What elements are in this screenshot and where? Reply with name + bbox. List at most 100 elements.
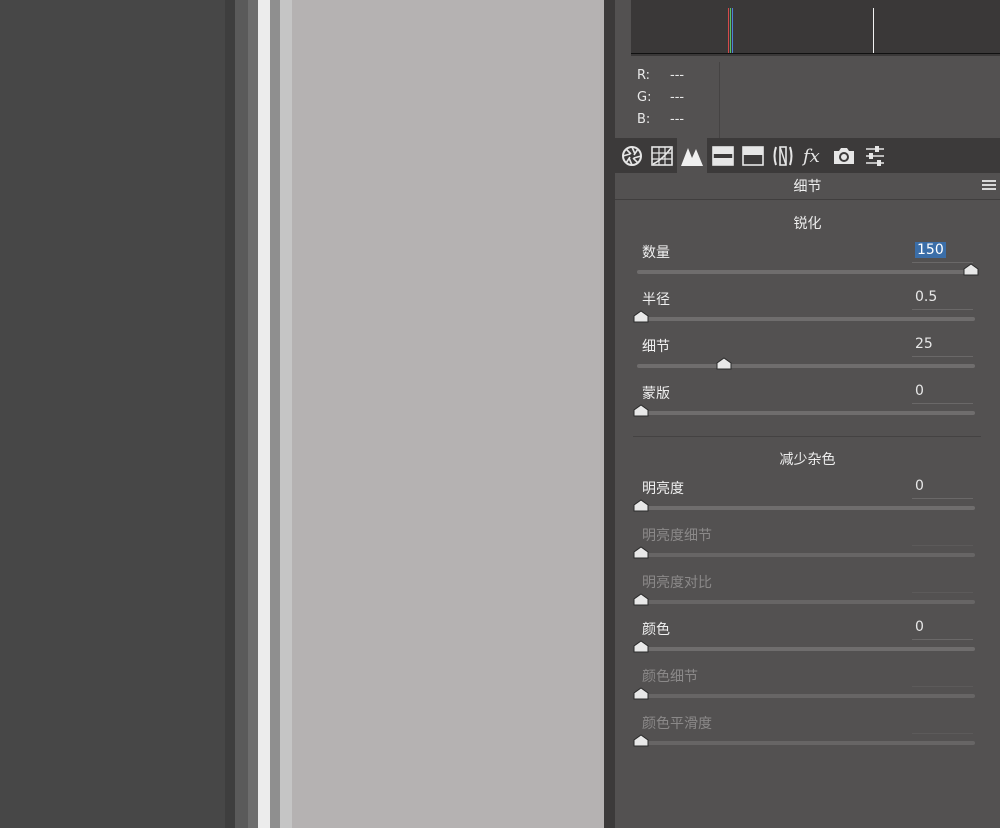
tab-basic[interactable] [617, 138, 647, 173]
slider-track[interactable] [637, 317, 975, 321]
slider-row: 数量 150 [615, 242, 1000, 289]
tab-lens-corrections[interactable] [768, 138, 798, 173]
panel-menu-icon[interactable] [982, 180, 996, 192]
detail-mountain-icon [681, 147, 703, 166]
histogram-red-channel [728, 8, 729, 54]
tab-split-toning[interactable] [738, 138, 768, 173]
slider-track[interactable] [637, 270, 975, 274]
panel-tab-bar: fx [615, 138, 1000, 173]
slider-thumb [633, 687, 649, 700]
tab-hsl[interactable] [708, 138, 738, 173]
histogram [615, 0, 1000, 62]
histogram-blue-channel [732, 8, 733, 54]
readout-b-value: --- [670, 112, 685, 127]
canvas-stripe [248, 0, 258, 828]
tab-effects[interactable]: fx [799, 138, 829, 173]
slider-track[interactable] [637, 411, 975, 415]
canvas-stripe [235, 0, 248, 828]
readout-g: G: --- [637, 90, 684, 105]
value-underline [912, 356, 973, 357]
slider-row: 颜色细节 [615, 666, 1000, 713]
slider-row: 细节 25 [615, 336, 1000, 383]
sharpen-heading: 锐化 [793, 216, 822, 232]
detail-value-field[interactable]: 25 [915, 336, 971, 356]
slider-track [637, 600, 975, 604]
rgb-readout: R: --- G: --- B: --- [615, 62, 1000, 138]
readout-divider [719, 62, 720, 138]
value-underline [912, 403, 973, 404]
canvas-stripe [280, 0, 292, 828]
presets-sliders-icon [866, 145, 884, 166]
slider-thumb[interactable] [633, 499, 649, 512]
value-underline [912, 309, 973, 310]
lens-correction-icon [773, 145, 793, 166]
readout-g-label: G: [637, 90, 652, 105]
value-underline [912, 498, 973, 499]
slider-track [637, 741, 975, 745]
luminance-value-field[interactable]: 0 [915, 478, 971, 498]
noise-reduction-heading: 减少杂色 [779, 452, 836, 468]
readout-b-label: B: [637, 112, 651, 127]
luminance-detail-value-field [915, 525, 971, 545]
value-underline [912, 639, 973, 640]
color-value-field[interactable]: 0 [915, 619, 971, 639]
slider-label: 半径 [642, 292, 670, 308]
slider-track[interactable] [637, 364, 975, 368]
slider-thumb [633, 546, 649, 559]
image-preview [292, 0, 604, 828]
slider-track [637, 553, 975, 557]
canvas-stripe [258, 0, 270, 828]
slider-label: 颜色平滑度 [642, 716, 712, 732]
histogram-baseline [631, 53, 1000, 54]
value-underline [912, 545, 973, 546]
split-toning-icon [742, 145, 764, 166]
amount-value-field[interactable]: 150 [915, 242, 971, 262]
slider-row: 蒙版 0 [615, 383, 1000, 430]
slider-thumb[interactable] [716, 357, 732, 370]
camera-calibration-icon [834, 147, 854, 164]
readout-g-value: --- [670, 90, 685, 105]
hsl-icon [712, 145, 734, 166]
slider-row: 半径 0.5 [615, 289, 1000, 336]
tab-tone-curve[interactable] [647, 138, 677, 173]
section-divider [633, 436, 981, 437]
slider-label: 蒙版 [642, 386, 670, 402]
title-divider [615, 199, 1000, 200]
slider-label: 明亮度对比 [642, 575, 712, 591]
amount-value-text: 150 [915, 242, 946, 258]
slider-thumb [633, 734, 649, 747]
slider-thumb[interactable] [633, 640, 649, 653]
fx-effects-icon: fx [802, 146, 820, 167]
slider-row: 明亮度细节 [615, 525, 1000, 572]
slider-track [637, 694, 975, 698]
masking-value-field[interactable]: 0 [915, 383, 971, 403]
slider-track[interactable] [637, 647, 975, 651]
canvas-stripe [270, 0, 280, 828]
slider-row: 颜色平滑度 [615, 713, 1000, 760]
color-smoothness-value-field [915, 713, 971, 733]
slider-thumb[interactable] [633, 404, 649, 417]
slider-label: 明亮度 [642, 481, 684, 497]
slider-thumb[interactable] [633, 310, 649, 323]
slider-thumb[interactable] [963, 263, 979, 276]
slider-label: 数量 [642, 245, 670, 261]
tab-camera-calibration[interactable] [829, 138, 859, 173]
slider-row: 明亮度 0 [615, 478, 1000, 525]
histogram-green-channel [730, 8, 731, 54]
readout-r: R: --- [637, 68, 684, 83]
panel-title: 细节 [793, 179, 822, 195]
value-underline [912, 733, 973, 734]
slider-label: 颜色 [642, 622, 670, 638]
adjustment-panel: R: --- G: --- B: --- fx 细节 锐化 数量 150 半径 … [615, 0, 1000, 828]
canvas-stripe [225, 0, 235, 828]
slider-row: 颜色 0 [615, 619, 1000, 666]
slider-track[interactable] [637, 506, 975, 510]
readout-b: B: --- [637, 112, 684, 127]
slider-row: 明亮度对比 [615, 572, 1000, 619]
tab-detail[interactable] [677, 138, 707, 173]
value-underline [912, 686, 973, 687]
histogram-graph [631, 0, 1000, 56]
radius-value-field[interactable]: 0.5 [915, 289, 971, 309]
tab-presets[interactable] [860, 138, 890, 173]
luminance-contrast-value-field [915, 572, 971, 592]
